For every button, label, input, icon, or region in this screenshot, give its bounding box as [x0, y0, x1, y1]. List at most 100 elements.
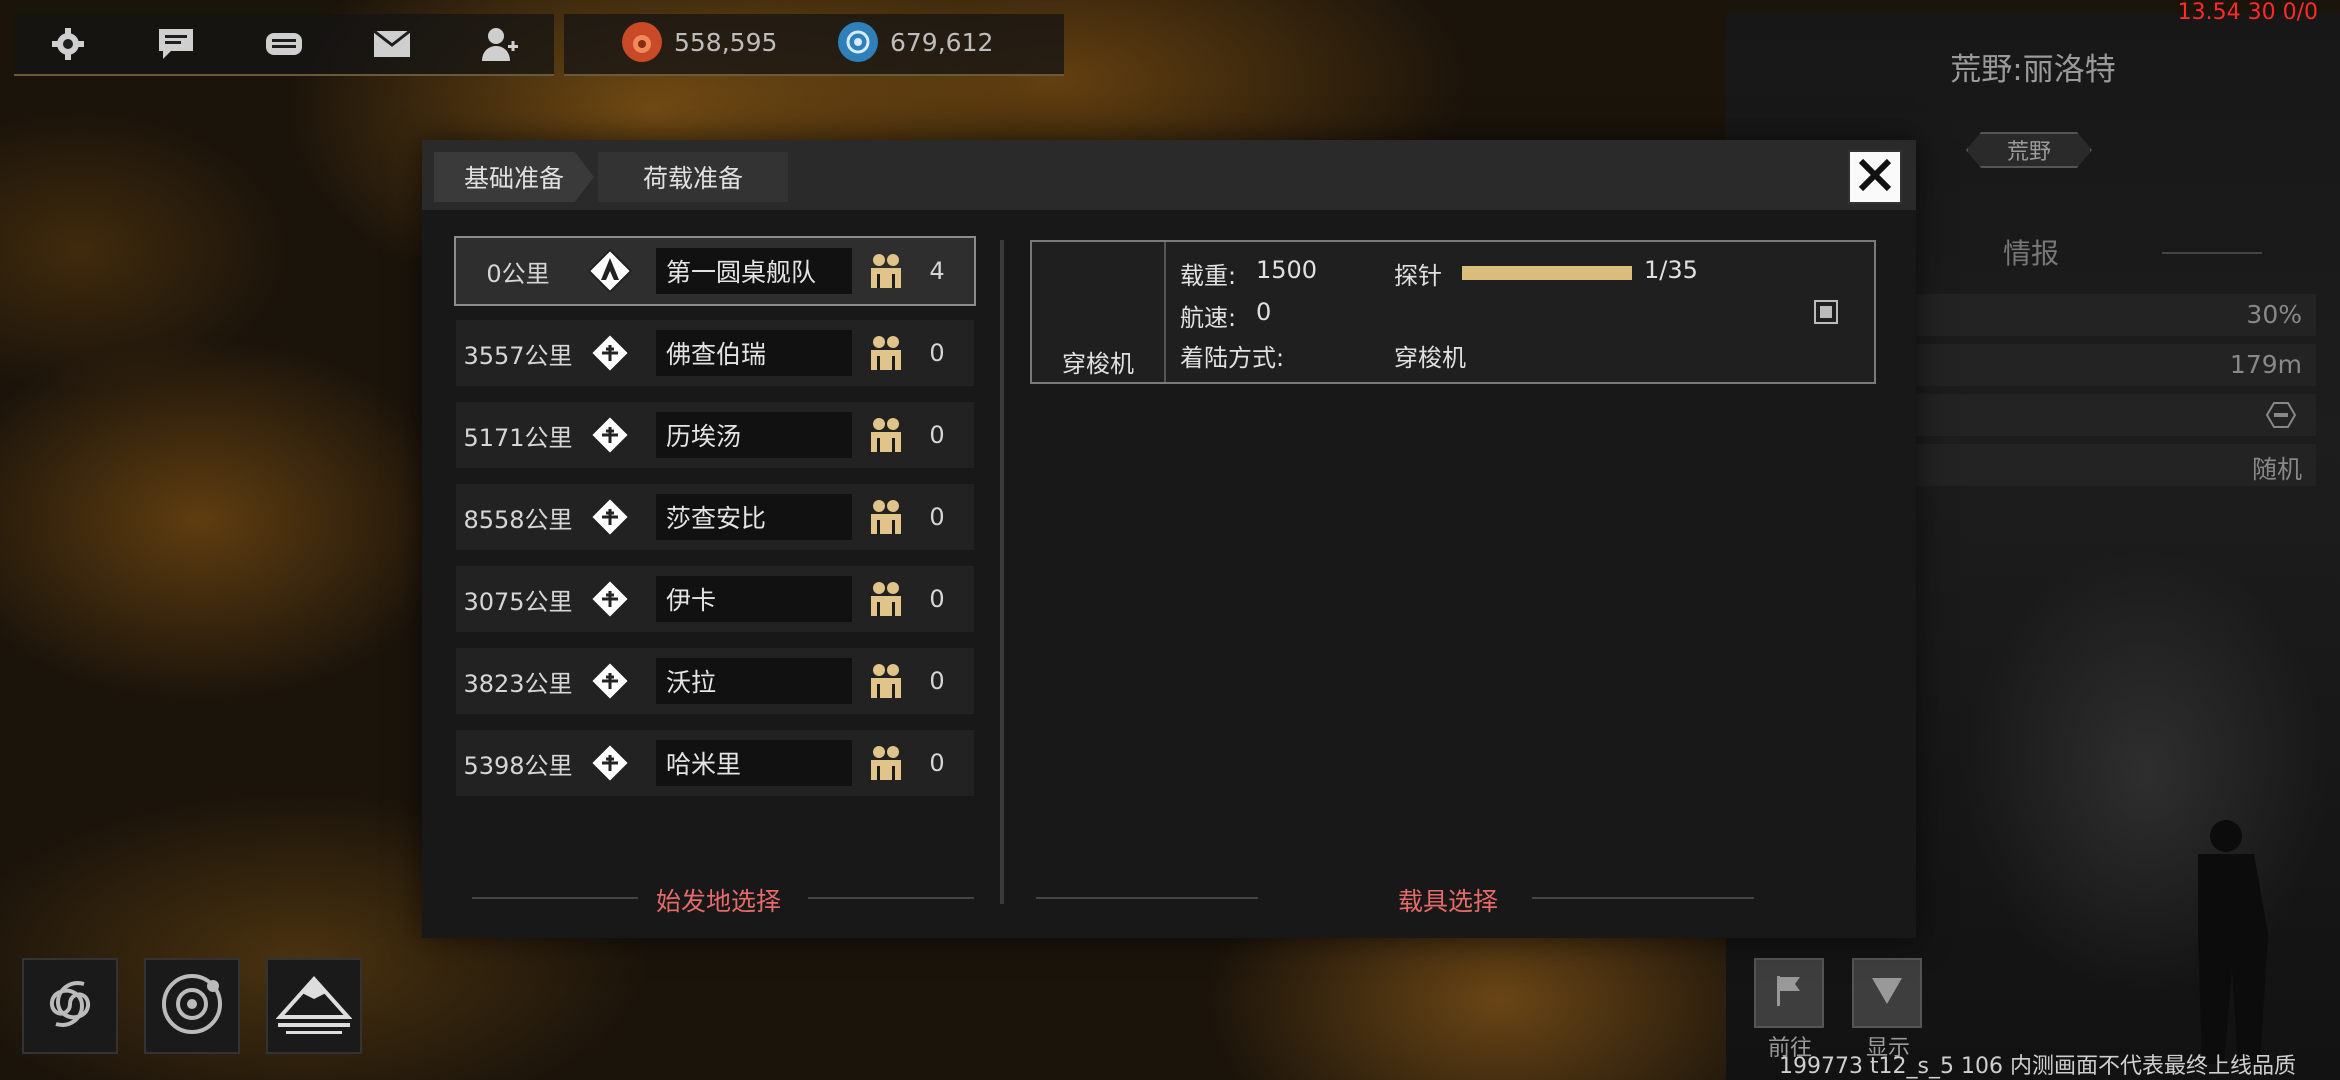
people-icon: [868, 498, 904, 536]
origin-count: 0: [929, 585, 945, 613]
build-info: 199773 t12_s_5 106 内测画面不代表最终上线品质: [1778, 1054, 2296, 1079]
origin-name: 哈米里: [656, 740, 852, 786]
vehicle-name: 穿梭机: [1062, 350, 1134, 378]
origin-name: 沃拉: [656, 658, 852, 704]
goto-button[interactable]: [1754, 958, 1824, 1028]
vehicle-card[interactable]: 穿梭机 载重: 1500 探针 1/35 航速: 0 着陆方式: 穿梭机: [1030, 240, 1876, 384]
origin-row[interactable]: 0公里 第一圆桌舰队 4: [454, 236, 976, 306]
origin-distance: 3557公里: [463, 341, 573, 370]
landing-value: 穿梭机: [1394, 344, 1466, 372]
vehicle-card-divider: [1164, 242, 1166, 382]
blue-resource-icon: [838, 22, 878, 62]
orbit-button[interactable]: [144, 958, 240, 1054]
people-icon: [868, 252, 904, 290]
mail-icon[interactable]: [364, 16, 420, 72]
origin-distance: 8558公里: [463, 505, 573, 534]
origin-row[interactable]: 3075公里 伊卡 0: [456, 566, 974, 632]
flag-icon: [1774, 974, 1804, 1012]
origin-select-label: 始发地选择: [656, 887, 782, 916]
vehicle-footer-line-right: [1532, 897, 1754, 899]
origin-row[interactable]: 8558公里 莎查安比 0: [456, 484, 974, 550]
hexagon-icon: [2265, 402, 2297, 432]
vehicle-footer-line-left: [1036, 897, 1258, 899]
origin-distance: 0公里: [486, 259, 550, 288]
vehicle-select-label: 载具选择: [1398, 887, 1499, 916]
dialog-header: 基础准备 荷载准备: [422, 140, 1916, 210]
outpost-icon: [588, 331, 632, 375]
orbit-icon: [157, 969, 227, 1043]
outpost-icon: [588, 495, 632, 539]
origin-name: 伊卡: [656, 576, 852, 622]
galaxy-button[interactable]: [22, 958, 118, 1054]
stat-row: [1916, 394, 2316, 436]
resource-blue: 679,612: [838, 22, 993, 62]
origin-distance: 3823公里: [463, 669, 573, 698]
origin-name: 历埃汤: [656, 412, 852, 458]
speed-label: 航速:: [1180, 304, 1237, 332]
landing-label: 着陆方式:: [1180, 344, 1285, 372]
origin-count: 0: [929, 339, 945, 367]
close-icon: [1857, 157, 1893, 197]
outpost-icon: [588, 577, 632, 621]
probe-progress-fill: [1462, 266, 1632, 280]
location-title: 荒野:丽洛特: [1950, 52, 2116, 88]
probe-label: 探针: [1394, 262, 1442, 290]
origin-row[interactable]: 5171公里 历埃汤 0: [456, 402, 974, 468]
red-resource-icon: [622, 22, 662, 62]
origin-footer-line-left: [472, 897, 638, 899]
gamepad-icon[interactable]: [256, 16, 312, 72]
probe-progress-bar: [1462, 266, 1632, 280]
terrain-badge: 荒野: [1966, 132, 2092, 168]
origin-row[interactable]: 3823公里 沃拉 0: [456, 648, 974, 714]
people-icon: [868, 416, 904, 454]
chat-icon[interactable]: [148, 16, 204, 72]
tab-basic-prep[interactable]: 基础准备: [434, 152, 594, 202]
intel-divider-right: [2162, 252, 2262, 254]
people-icon: [868, 662, 904, 700]
departure-dialog: 基础准备 荷载准备 0公里 第一圆桌舰队 4 3557公里 佛查伯瑞 0 5171公里 历埃汤…: [422, 140, 1916, 938]
origin-distance: 3075公里: [463, 587, 573, 616]
stat-row: 179m: [1916, 344, 2316, 386]
resource-red: 558,595: [622, 22, 777, 62]
origin-count: 0: [929, 749, 945, 777]
gear-icon[interactable]: [40, 16, 96, 72]
resource-red-value: 558,595: [674, 27, 778, 57]
stat-value: 179m: [2229, 350, 2302, 379]
people-icon: [868, 334, 904, 372]
load-value: 1500: [1256, 256, 1318, 284]
outpost-icon: [588, 659, 632, 703]
top-toolbar: [14, 14, 554, 76]
origin-name: 莎查安比: [656, 494, 852, 540]
mountain-icon: [275, 973, 353, 1039]
origin-row[interactable]: 5398公里 哈米里 0: [456, 730, 974, 796]
galaxy-icon: [35, 969, 105, 1043]
tab-cargo-prep[interactable]: 荷载准备: [598, 152, 788, 202]
origin-distance: 5398公里: [463, 751, 573, 780]
resource-bar: 558,595 679,612: [564, 14, 1064, 76]
origin-count: 0: [929, 421, 945, 449]
origin-count: 4: [929, 257, 945, 285]
origin-footer-line-right: [808, 897, 974, 899]
intel-heading: 情报: [2002, 237, 2059, 270]
terrain-button[interactable]: [266, 958, 362, 1054]
origin-row[interactable]: 3557公里 佛查伯瑞 0: [456, 320, 974, 386]
stat-row: 30%: [1916, 294, 2316, 336]
triangle-down-icon: [1870, 976, 1904, 1010]
origin-name: 佛查伯瑞: [656, 330, 852, 376]
checkbox-mark: [1820, 306, 1832, 318]
origin-name: 第一圆桌舰队: [656, 248, 852, 294]
origin-count: 0: [929, 503, 945, 531]
people-icon: [868, 580, 904, 618]
resource-blue-value: 679,612: [890, 27, 994, 57]
friends-icon[interactable]: [472, 16, 528, 72]
origin-distance: 5171公里: [463, 423, 573, 452]
origin-count: 0: [929, 667, 945, 695]
vehicle-select-checkbox[interactable]: [1814, 300, 1838, 324]
stat-value: 30%: [2246, 300, 2302, 329]
column-divider: [1000, 240, 1004, 904]
fleet-icon: [587, 248, 633, 294]
show-button[interactable]: [1852, 958, 1922, 1028]
people-icon: [868, 744, 904, 782]
probe-value: 1/35: [1644, 256, 1698, 284]
close-button[interactable]: [1848, 150, 1902, 204]
